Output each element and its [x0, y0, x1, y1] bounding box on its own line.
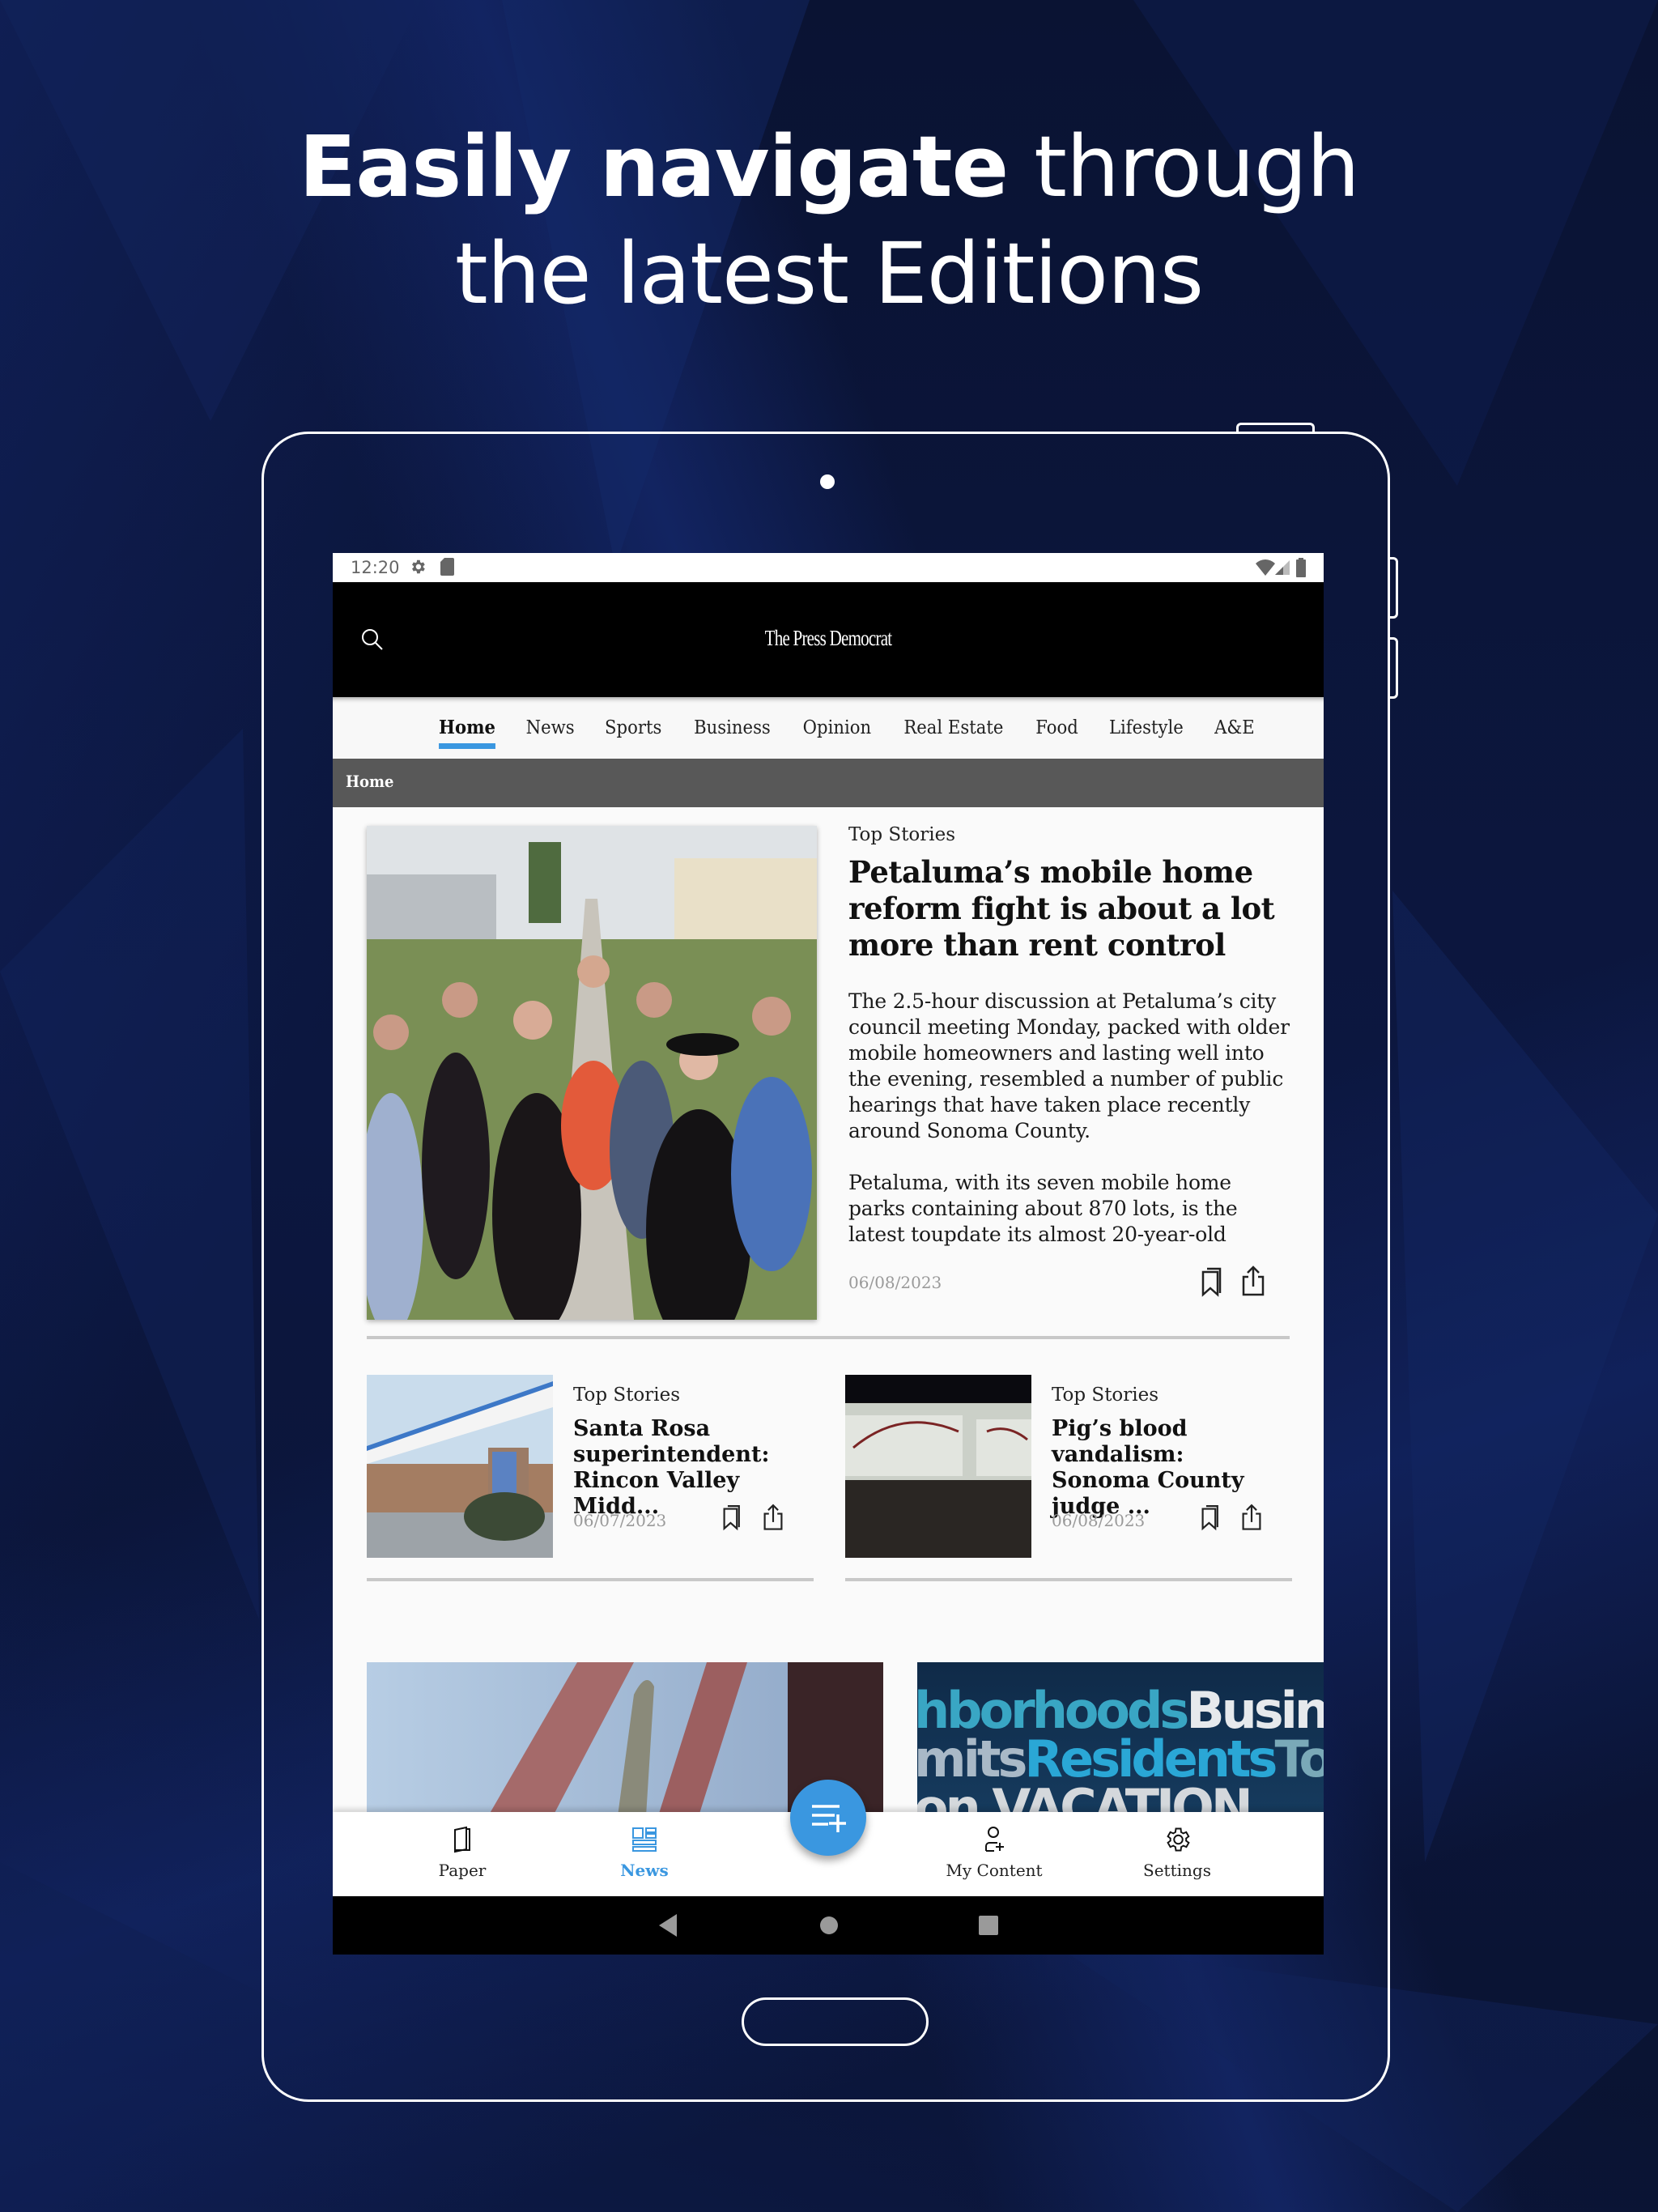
hero-article-image[interactable]	[367, 826, 817, 1320]
nav-label: News	[620, 1861, 669, 1880]
headline-line-2: the latest Editions	[454, 224, 1204, 323]
paper-icon	[454, 1826, 470, 1853]
signal-icon	[1275, 560, 1290, 575]
share-icon[interactable]	[763, 1502, 784, 1531]
section-title-bar: Home	[333, 759, 1324, 807]
promo-headline: Easily navigate through the latest Editi…	[0, 113, 1658, 327]
share-icon[interactable]	[1241, 1264, 1265, 1296]
section-title: Home	[346, 772, 394, 791]
garage-photo	[845, 1375, 1031, 1558]
tablet-home-button	[742, 1997, 929, 2046]
card-kicker: Top Stories	[1052, 1385, 1159, 1406]
card-kicker: Top Stories	[573, 1385, 681, 1406]
wifi-icon	[1256, 559, 1275, 576]
card-image[interactable]	[845, 1375, 1031, 1558]
hero-article-kicker: Top Stories	[848, 824, 956, 845]
card-date: 06/07/2023	[573, 1511, 667, 1530]
tab-lifestyle[interactable]: Lifestyle	[1097, 697, 1195, 759]
graphic-word: To	[1274, 1729, 1324, 1789]
teaser-image[interactable]: hborhoodsBusiness mitsResidentsTo on VAC…	[917, 1662, 1324, 1816]
section-tabs: Home News Sports Business Opinion Real E…	[333, 697, 1324, 759]
news-icon	[632, 1827, 657, 1852]
headline-rest: through	[1008, 117, 1360, 216]
tab-food[interactable]: Food	[1024, 697, 1090, 759]
nav-label: Paper	[438, 1861, 487, 1880]
back-icon[interactable]	[659, 1914, 677, 1937]
status-bar: 12:20	[333, 553, 1324, 582]
nav-label: My Content	[946, 1861, 1043, 1880]
bookmark-icon[interactable]	[1201, 1503, 1222, 1532]
headline-bold: Easily navigate	[299, 117, 1009, 216]
tab-opinion[interactable]: Opinion	[791, 697, 883, 759]
nav-settings[interactable]: Settings	[1104, 1812, 1250, 1896]
tablet-volume-up-button	[1388, 557, 1398, 619]
tablet-volume-down-button	[1388, 637, 1398, 699]
search-icon[interactable]	[360, 627, 385, 652]
tab-real-estate[interactable]: Real Estate	[892, 697, 1015, 759]
add-to-playlist-icon	[812, 1805, 846, 1832]
hero-article-date: 06/08/2023	[848, 1273, 942, 1292]
hero-summary-p2: Petaluma, with its seven mobile home par…	[848, 1171, 1238, 1246]
app-header: The Press Democrat	[333, 582, 1324, 697]
card-date: 06/08/2023	[1052, 1511, 1146, 1530]
status-time: 12:20	[351, 558, 400, 577]
home-icon[interactable]	[819, 1916, 839, 1935]
nav-paper[interactable]: Paper	[389, 1812, 535, 1896]
tab-home[interactable]: Home	[427, 697, 507, 759]
tab-business[interactable]: Business	[682, 697, 782, 759]
nav-label: Settings	[1143, 1861, 1211, 1880]
teaser-graphic-text: hborhoodsBusiness mitsResidentsTo on VAC…	[917, 1686, 1324, 1817]
hero-summary-p1: The 2.5-hour discussion at Petaluma’s ci…	[848, 989, 1290, 1142]
hero-article-title[interactable]: Petaluma’s mobile home reform fight is a…	[848, 854, 1286, 963]
nav-news[interactable]: News	[572, 1812, 717, 1896]
tab-news[interactable]: News	[514, 697, 586, 759]
tab-sports[interactable]: Sports	[593, 697, 674, 759]
recents-icon[interactable]	[979, 1916, 998, 1935]
tablet-camera	[820, 474, 835, 489]
bookmark-icon[interactable]	[722, 1503, 743, 1532]
sd-card-icon	[440, 558, 454, 576]
graphic-word: on VACATION	[917, 1778, 1253, 1817]
android-navigation-bar	[333, 1896, 1324, 1955]
card-image[interactable]	[367, 1375, 553, 1558]
fab-add-to-list-button[interactable]	[790, 1780, 866, 1856]
add-user-icon	[985, 1827, 1004, 1852]
card-divider	[845, 1578, 1292, 1581]
hero-article-summary: The 2.5-hour discussion at Petaluma’s ci…	[848, 989, 1290, 1251]
settings-icon	[1167, 1827, 1190, 1852]
bookmark-icon[interactable]	[1201, 1266, 1225, 1298]
gear-icon	[412, 559, 425, 574]
card-divider	[367, 1578, 814, 1581]
hero-divider	[367, 1336, 1290, 1339]
battery-icon	[1296, 558, 1306, 577]
tab-ae[interactable]: A&E	[1202, 697, 1266, 759]
share-icon[interactable]	[1241, 1502, 1262, 1531]
app-screen: 12:20 The Press Democrat Home News Sport…	[333, 553, 1324, 1955]
school-photo	[367, 1375, 553, 1558]
nav-my-content[interactable]: My Content	[921, 1812, 1067, 1896]
hero-photo	[367, 826, 817, 1320]
app-logo: The Press Democrat	[764, 626, 893, 650]
